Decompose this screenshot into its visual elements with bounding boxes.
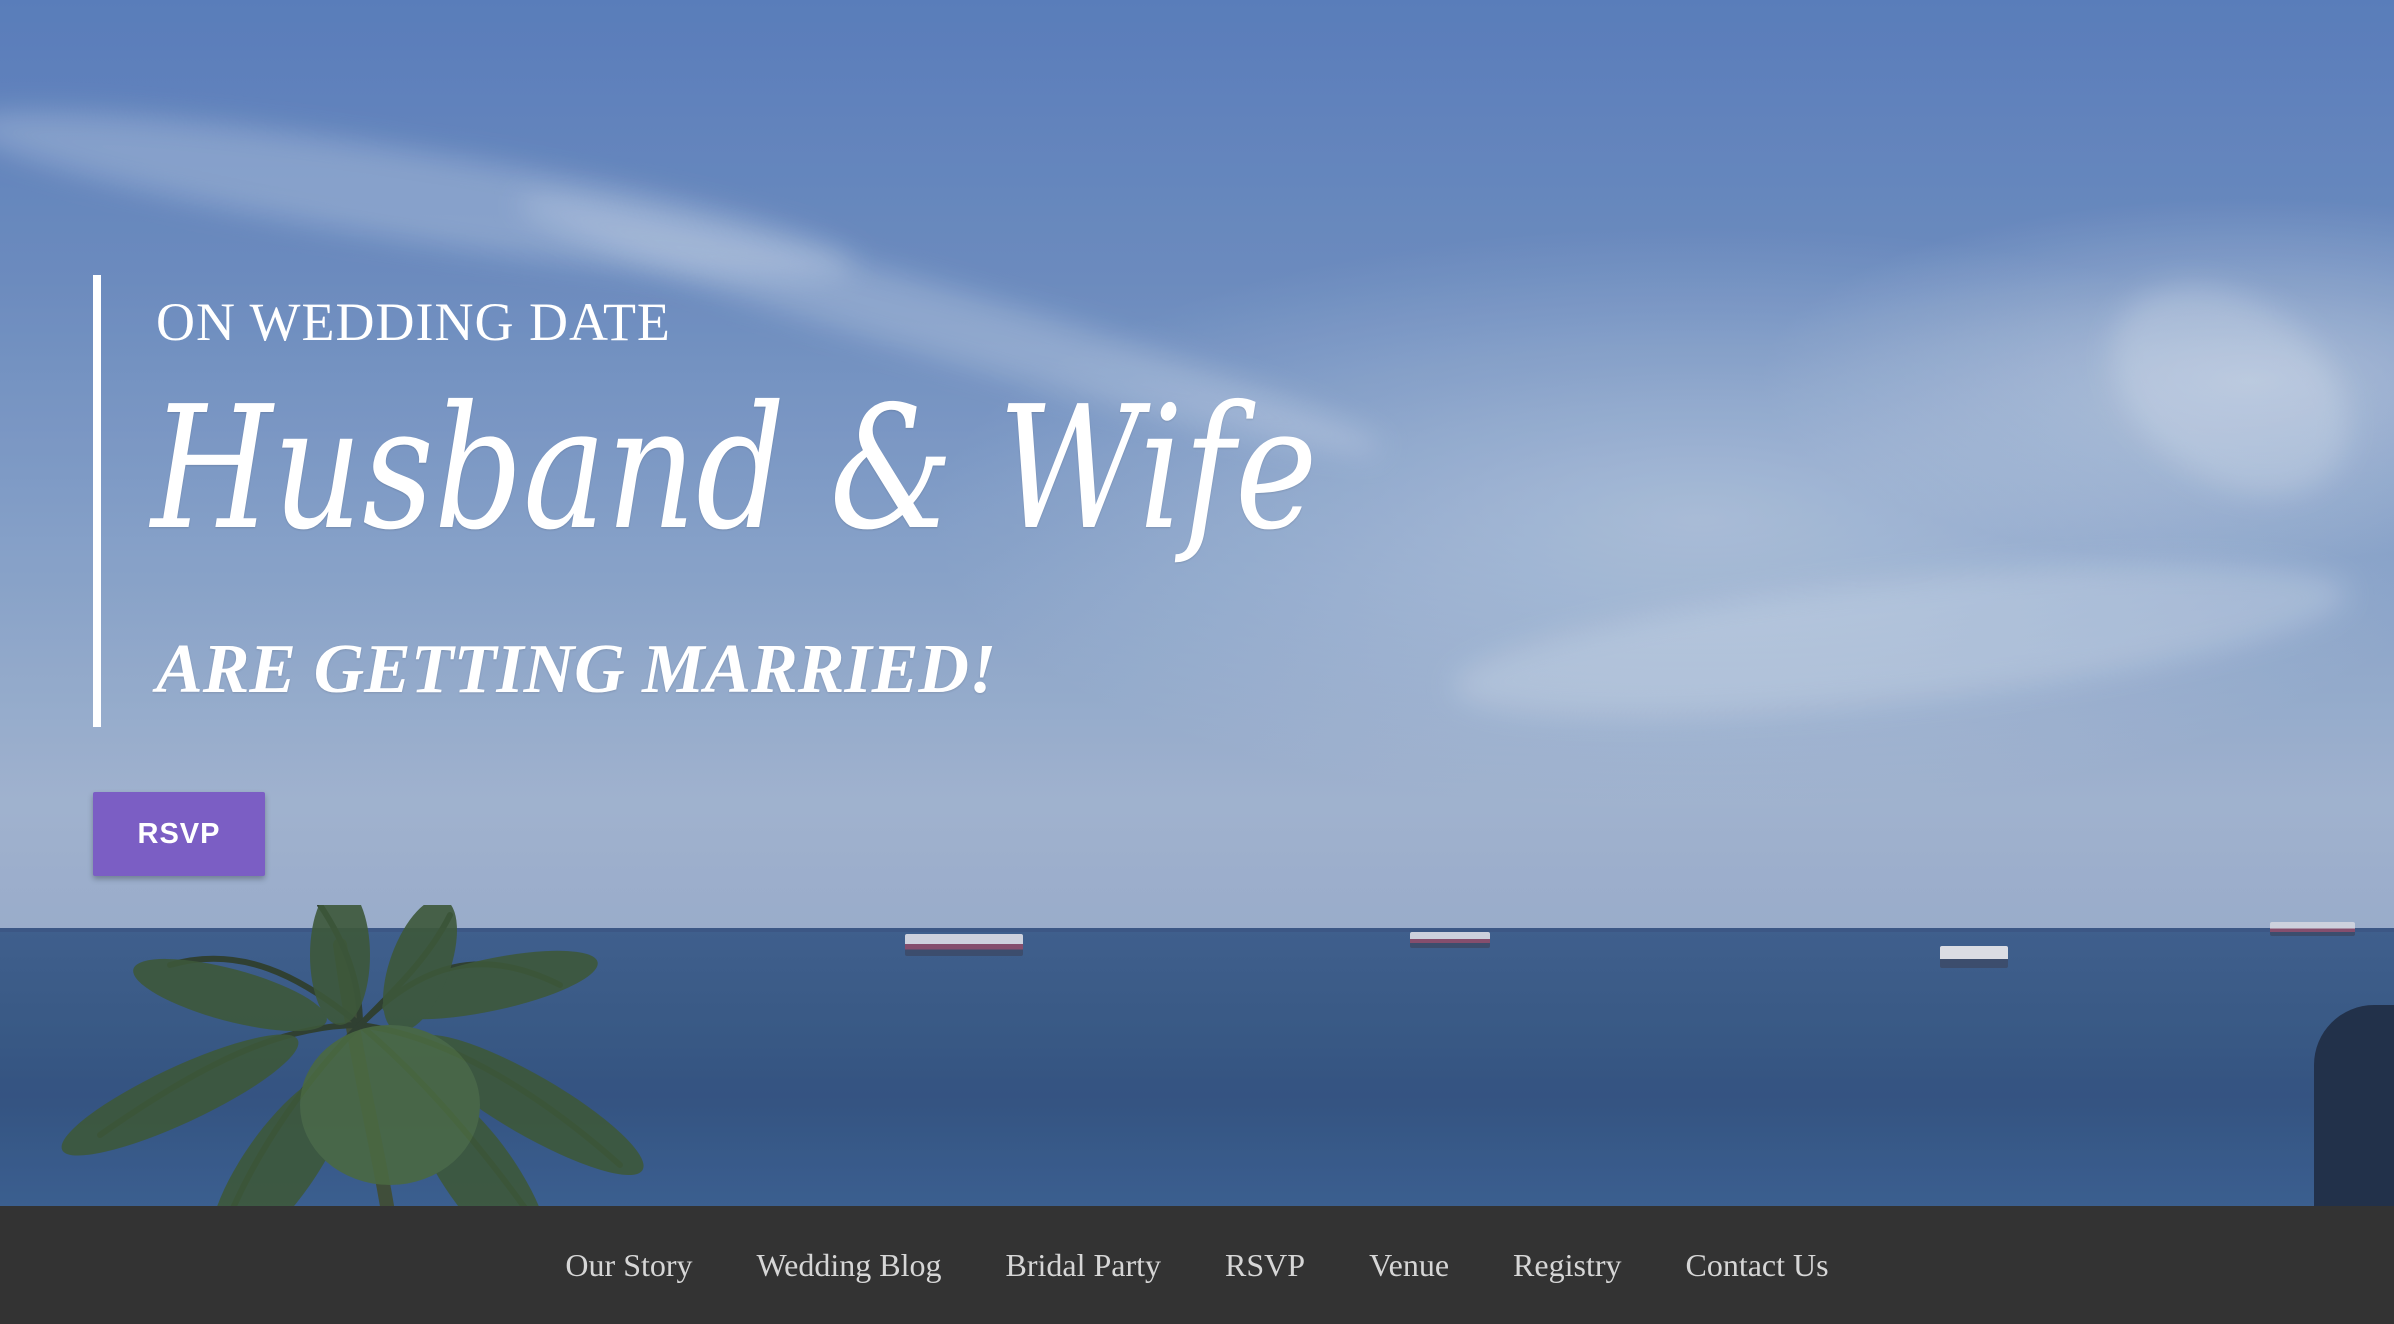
sub-title: ARE GETTING MARRIED! — [156, 631, 997, 708]
rsvp-button[interactable]: RSVP — [93, 792, 265, 876]
hero-section: ON WEDDING DATE Husband & Wife ARE GETTI… — [0, 0, 2394, 1206]
couple-names: Husband & Wife — [151, 370, 1318, 568]
nav-item-our-story[interactable]: Our Story — [565, 1247, 692, 1284]
bottom-navbar: Our Story Wedding Blog Bridal Party RSVP… — [0, 1206, 2394, 1324]
pre-title: ON WEDDING DATE — [156, 292, 671, 352]
nav-item-venue[interactable]: Venue — [1369, 1247, 1449, 1284]
nav-item-contact-us[interactable]: Contact Us — [1685, 1247, 1828, 1284]
nav-item-rsvp[interactable]: RSVP — [1225, 1247, 1305, 1284]
nav-item-bridal-party[interactable]: Bridal Party — [1006, 1247, 1162, 1284]
headline-block: ON WEDDING DATE Husband & Wife ARE GETTI… — [93, 275, 1343, 727]
nav-item-wedding-blog[interactable]: Wedding Blog — [757, 1247, 942, 1284]
nav-item-registry[interactable]: Registry — [1513, 1247, 1621, 1284]
